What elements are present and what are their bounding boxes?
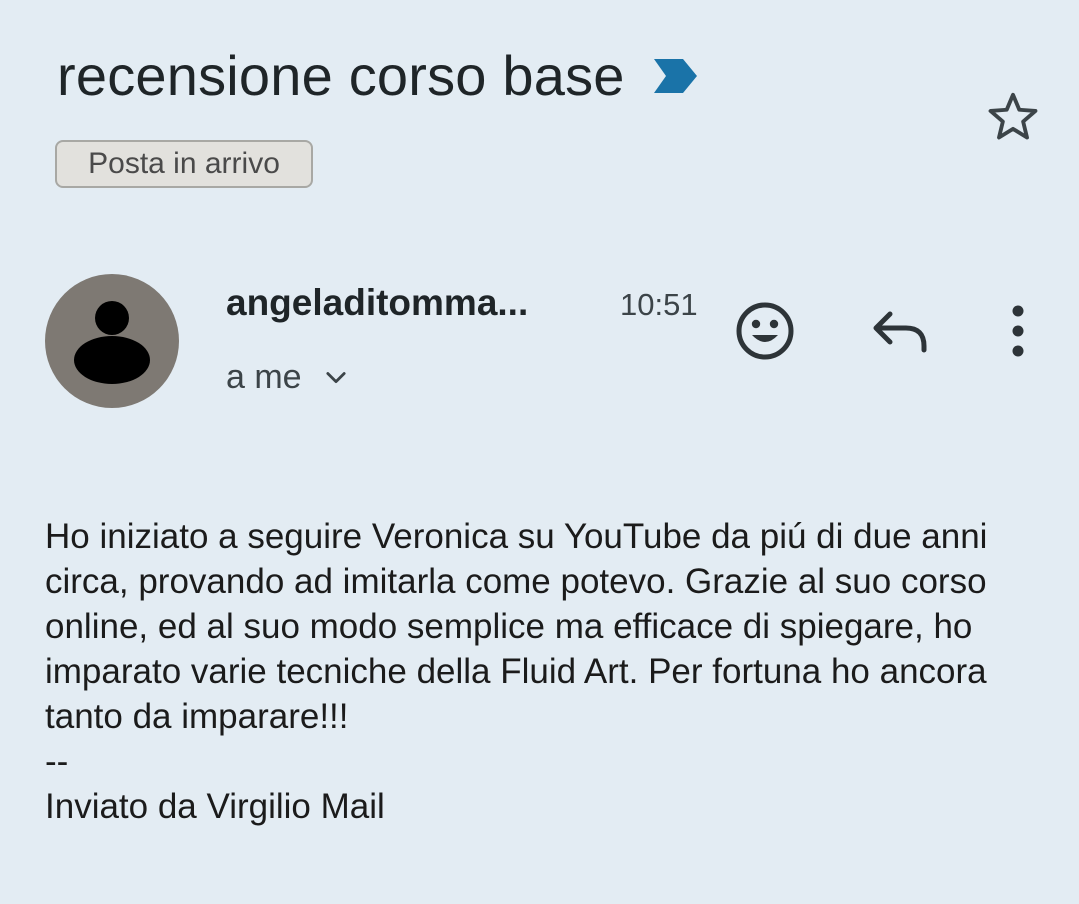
signature-separator: --	[45, 742, 69, 781]
recipient-details-toggle[interactable]: a me	[226, 354, 350, 400]
importance-marker-icon[interactable]	[651, 56, 701, 96]
email-body: Ho iniziato a seguire Veronica su YouTub…	[45, 514, 1045, 829]
received-time: 10:51	[620, 287, 698, 322]
reply-icon[interactable]	[870, 306, 930, 356]
inbox-label-chip[interactable]: Posta in arrivo	[55, 140, 313, 188]
email-signature: Inviato da Virgilio Mail	[45, 787, 385, 826]
more-vertical-icon[interactable]	[1000, 302, 1036, 360]
email-body-paragraph: Ho iniziato a seguire Veronica su YouTub…	[45, 517, 988, 736]
chevron-down-icon[interactable]	[322, 363, 350, 391]
recipient-text: a me	[226, 358, 302, 396]
sender-name[interactable]: angeladitomma...	[226, 278, 528, 328]
email-subject: recensione corso base	[57, 44, 625, 107]
person-avatar-icon[interactable]	[45, 274, 179, 408]
add-emoji-reaction-icon[interactable]	[733, 299, 797, 363]
subject-row: recensione corso base	[57, 40, 701, 112]
star-icon[interactable]	[984, 88, 1042, 146]
